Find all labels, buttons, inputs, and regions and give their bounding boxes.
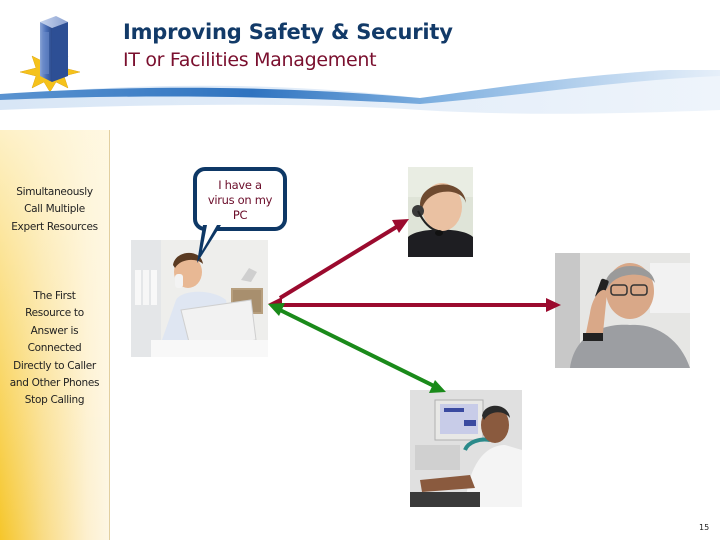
speech-line: I have a xyxy=(218,178,262,192)
sidebar-line: Simultaneously xyxy=(16,186,93,198)
arrow-caller-to-expert-1 xyxy=(278,224,400,300)
sidebar-line: The First xyxy=(33,290,76,302)
sidebar-line: Directly to Caller xyxy=(13,359,96,372)
arrowhead-caller-green xyxy=(268,303,285,316)
sidebar-text-first-resource: The First Resource to Answer is Connecte… xyxy=(0,288,109,410)
sidebar-text-simultaneous-call: Simultaneously Call Multiple Expert Reso… xyxy=(0,184,109,236)
sidebar-line: Expert Resources xyxy=(11,220,98,233)
page-title: Improving Safety & Security xyxy=(123,20,453,44)
page-subtitle: IT or Facilities Management xyxy=(123,49,377,71)
sidebar-line: Call Multiple xyxy=(24,203,85,216)
arrowhead-expert-1 xyxy=(392,219,409,233)
arrow-caller-to-expert-3 xyxy=(279,308,435,388)
sidebar-line: Stop Calling xyxy=(24,394,85,407)
sidebar-line: Resource to xyxy=(25,307,84,320)
speech-bubble-tail xyxy=(197,225,221,263)
page-number: 15 xyxy=(699,523,710,532)
speech-line: virus on my xyxy=(207,193,273,207)
speech-line: PC xyxy=(232,208,248,222)
arrowhead-caller-red xyxy=(268,297,282,312)
expert-photo-headset-woman xyxy=(408,167,473,257)
expert-photo-computer-man xyxy=(410,390,522,507)
sidebar-line: Answer is xyxy=(30,324,79,337)
sidebar-line: and Other Phones xyxy=(9,377,100,390)
sidebar-line: Connected xyxy=(27,342,82,355)
speech-bubble: I have a virus on my PC xyxy=(193,167,287,231)
expert-photo-cellphone-man xyxy=(555,253,690,368)
